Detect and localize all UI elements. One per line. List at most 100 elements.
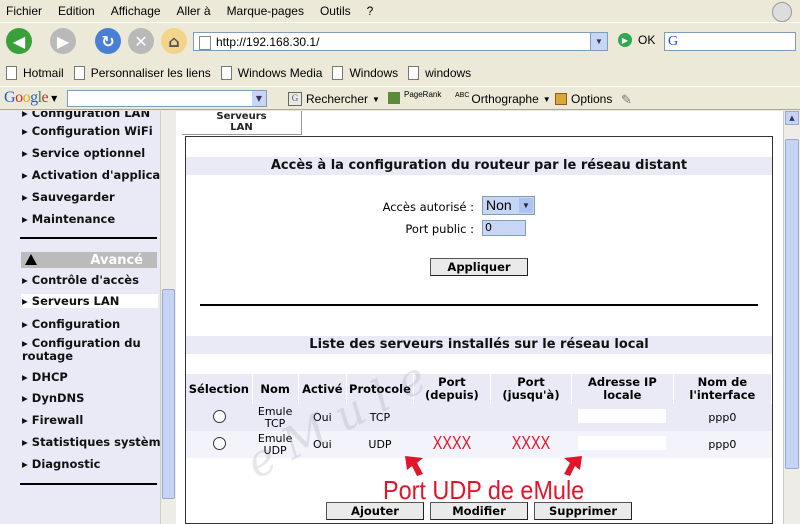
google-search-button[interactable]: G Rechercher ▼ — [288, 92, 380, 106]
cell-protocol: TCP — [346, 404, 414, 431]
cell-port-to: XXXX — [490, 431, 572, 458]
search-label: Rechercher — [306, 92, 369, 106]
spell-label: Orthographe — [471, 92, 539, 106]
access-select[interactable]: Non ▼ — [482, 196, 535, 215]
google-g-icon: G — [288, 92, 302, 106]
page-icon — [6, 66, 17, 80]
table-row: Emule UDP Oui UDP XXXX XXXX ppp0 — [186, 431, 772, 458]
menu-help[interactable]: ? — [367, 4, 374, 18]
home-icon[interactable]: ⌂ — [161, 28, 187, 54]
sidebar-item-activation[interactable]: Activation d'applica — [22, 168, 160, 182]
table-row: Emule TCP Oui TCP ppp0 — [186, 404, 772, 431]
tab-serveurs-lan[interactable]: Serveurs LAN — [182, 111, 302, 135]
apply-button[interactable]: Appliquer — [430, 258, 528, 276]
sidebar-item-routage[interactable]: Configuration du routage — [22, 337, 154, 363]
section-divider — [200, 304, 758, 306]
col-port-depuis: Port (depuis) — [413, 374, 491, 404]
triangle-up-icon — [25, 254, 37, 265]
bookmark-windows-media[interactable]: Windows Media — [220, 66, 323, 80]
page-icon — [220, 66, 232, 80]
pencil-icon[interactable]: ✎ — [621, 92, 632, 108]
cell-name: Emule UDP — [252, 431, 299, 458]
bookmark-label: Windows — [349, 66, 399, 80]
chevron-down-icon[interactable]: ▼ — [252, 91, 266, 106]
page-icon — [408, 66, 420, 80]
page-content: Configuration LAN Configuration WiFi Ser… — [0, 111, 800, 524]
sidebar-item-config-lan[interactable]: Configuration LAN — [22, 111, 150, 120]
sidebar-item-service-optionnel[interactable]: Service optionnel — [22, 146, 145, 160]
select-radio[interactable] — [212, 436, 226, 450]
sidebar-item-statistiques[interactable]: Statistiques systèm — [22, 435, 161, 449]
col-interface: Nom de l'interface — [673, 374, 773, 404]
pagerank-button[interactable]: PageRank — [388, 90, 441, 104]
forward-icon[interactable]: ▶ — [50, 28, 76, 54]
servers-table: Sélection Nom Activé Protocole Port (dep… — [186, 374, 773, 458]
main-panel: Accès à la configuration du routeur par … — [185, 136, 773, 524]
sidebar-item-sauvegarder[interactable]: Sauvegarder — [22, 190, 115, 204]
options-button[interactable]: Options — [555, 92, 612, 106]
col-adresse-ip: Adresse IP locale — [571, 374, 674, 404]
ip-redacted — [578, 409, 667, 423]
sidebar-item-firewall[interactable]: Firewall — [22, 413, 84, 427]
main-scrollbar[interactable]: ▲ — [783, 111, 800, 524]
cell-ip — [571, 431, 674, 458]
menu-outils[interactable]: Outils — [320, 4, 351, 18]
reload-icon[interactable]: ↻ — [95, 28, 121, 54]
sidebar-section-avance[interactable]: Avancé — [21, 252, 157, 268]
port-from-value: XXXX — [432, 433, 472, 453]
pagerank-icon — [388, 92, 400, 104]
col-nom: Nom — [252, 374, 299, 404]
google-search-input[interactable]: ▼ — [67, 90, 267, 107]
chevron-down-icon[interactable]: ▼ — [51, 94, 57, 103]
menu-marque-pages[interactable]: Marque-pages — [227, 4, 304, 18]
port-label: Port public : — [405, 222, 474, 236]
back-icon[interactable]: ◀ — [6, 28, 32, 54]
bookmark-windows[interactable]: Windows — [332, 66, 398, 80]
google-logo[interactable]: Google — [4, 89, 49, 107]
access-label: Accès autorisé : — [382, 200, 474, 214]
cell-port-from — [413, 404, 491, 431]
chevron-down-icon[interactable]: ▼ — [590, 33, 607, 50]
sidebar-item-maintenance[interactable]: Maintenance — [22, 212, 115, 226]
page-icon — [332, 66, 344, 80]
servers-title: Liste des serveurs installés sur le rése… — [186, 336, 772, 354]
select-radio[interactable] — [212, 409, 226, 423]
search-input[interactable]: G — [664, 32, 796, 51]
scrollbar-thumb[interactable] — [162, 289, 175, 499]
menu-edition[interactable]: Edition — [58, 4, 95, 18]
sidebar-scrollbar[interactable] — [160, 111, 176, 524]
sidebar-item-controle-acces[interactable]: Contrôle d'accès — [22, 273, 139, 287]
menu-aller[interactable]: Aller à — [177, 4, 211, 18]
sidebar-item-config-wifi[interactable]: Configuration WiFi — [22, 124, 153, 138]
options-icon — [555, 93, 567, 105]
sidebar-item-serveurs-lan[interactable]: Serveurs LAN — [21, 294, 158, 308]
google-toolbar: Google ▼ ▼ G Rechercher ▼ PageRank ABC O… — [0, 86, 800, 110]
annotation-text: Port UDP de eMule — [383, 475, 585, 505]
access-value: Non — [486, 197, 512, 213]
bookmark-label: Windows Media — [237, 66, 323, 80]
bookmark-personnaliser[interactable]: Personnaliser les liens — [73, 66, 211, 80]
sidebar-item-diagnostic[interactable]: Diagnostic — [22, 457, 101, 471]
bookmark-hotmail[interactable]: Hotmail — [6, 66, 64, 80]
scroll-up-icon[interactable]: ▲ — [785, 111, 799, 125]
scrollbar-thumb[interactable] — [785, 139, 799, 469]
menu-bar: Fichier Edition Affichage Aller à Marque… — [0, 0, 800, 22]
tab-strip: Serveurs LAN — [182, 111, 782, 135]
spellcheck-button[interactable]: ABC Orthographe ▼ — [455, 92, 551, 107]
stop-icon[interactable]: ✕ — [128, 28, 154, 54]
page-icon — [73, 66, 85, 80]
port-input[interactable]: 0 — [482, 220, 526, 236]
menu-fichier[interactable]: Fichier — [6, 4, 42, 18]
sidebar-item-dhcp[interactable]: DHCP — [22, 370, 68, 384]
row-select — [186, 404, 253, 431]
go-button[interactable]: ▶ OK — [618, 33, 655, 47]
cell-interface: ppp0 — [673, 431, 772, 458]
bookmark-windows-2[interactable]: windows — [408, 66, 471, 80]
sidebar-item-dyndns[interactable]: DynDNS — [22, 391, 85, 405]
address-bar[interactable]: http://192.168.30.1/ ▼ — [193, 32, 608, 51]
sidebar-item-configuration[interactable]: Configuration — [22, 317, 120, 331]
cell-enabled: Oui — [298, 431, 347, 458]
menu-affichage[interactable]: Affichage — [111, 4, 161, 18]
row-select — [186, 431, 253, 458]
col-port-jusqua: Port (jusqu'à) — [490, 374, 573, 404]
